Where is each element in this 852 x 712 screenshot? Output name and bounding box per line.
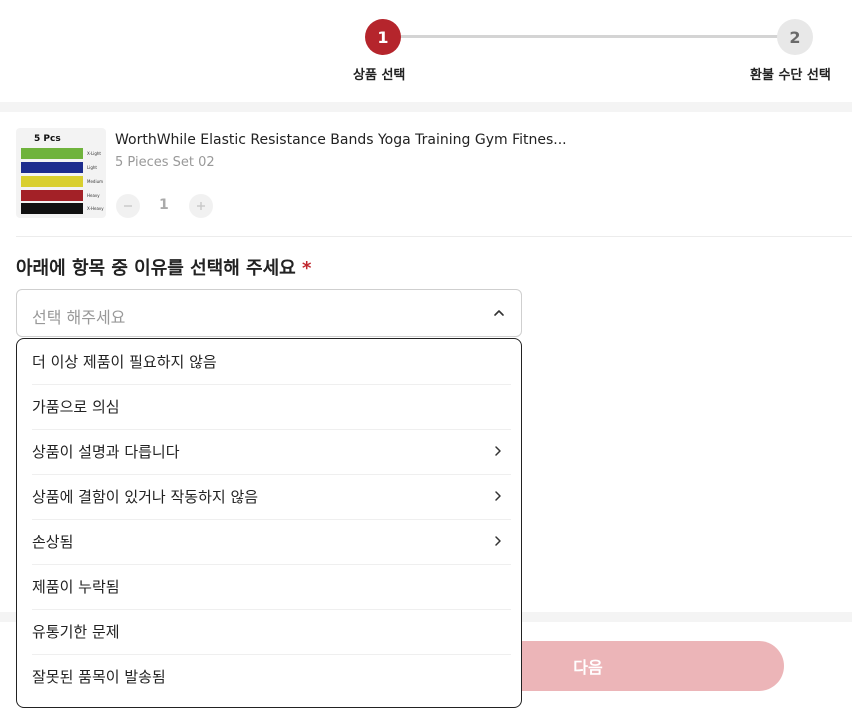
reason-option-label: 손상됨	[32, 533, 74, 551]
product-divider	[16, 236, 852, 237]
thumbnail-tag-1: X-Light	[87, 151, 101, 156]
required-mark: *	[302, 258, 312, 279]
thumbnail-tag-3: Medium	[87, 179, 103, 184]
thumbnail-tag-4: Heavy	[87, 193, 100, 198]
reason-option[interactable]: 더 이상 제품이 필요하지 않음	[17, 339, 521, 384]
reason-select[interactable]: 선택 해주세요	[16, 289, 522, 337]
section-separator	[0, 102, 852, 112]
reason-option-label: 제품이 누락됨	[32, 578, 120, 596]
progress-stepper: 1 상품 선택 2 환불 수단 선택	[0, 0, 852, 102]
reason-option[interactable]: 유통기한 문제	[17, 609, 521, 654]
product-item: 5 Pcs X-Light Light Medium Heavy X-Heavy…	[16, 128, 852, 220]
product-option: 5 Pieces Set 02	[115, 155, 215, 170]
reason-option[interactable]: 손상됨	[17, 519, 521, 564]
plus-icon	[197, 202, 205, 210]
thumbnail-band-5	[21, 203, 83, 214]
reason-heading-text: 아래에 항목 중 이유를 선택해 주세요	[16, 258, 296, 279]
thumbnail-band-2	[21, 162, 83, 173]
reason-heading: 아래에 항목 중 이유를 선택해 주세요 *	[16, 254, 311, 280]
reason-select-placeholder: 선택 해주세요	[32, 308, 126, 327]
reason-option-label: 유통기한 문제	[32, 623, 120, 641]
thumbnail-tag-5: X-Heavy	[87, 206, 104, 211]
thumbnail-title: 5 Pcs	[34, 134, 61, 144]
reason-option-label: 가품으로 의심	[32, 398, 120, 416]
chevron-up-icon	[494, 310, 504, 316]
quantity-increase-button[interactable]	[189, 194, 213, 218]
reason-option-label: 잘못된 품목이 발송됨	[32, 668, 166, 686]
reason-option-label: 상품에 결함이 있거나 작동하지 않음	[32, 488, 259, 506]
reason-option[interactable]: 제품이 누락됨	[17, 564, 521, 609]
thumbnail-tag-2: Light	[87, 165, 97, 170]
reason-option[interactable]: 잘못된 품목이 발송됨	[17, 654, 521, 699]
reason-option[interactable]: 상품에 결함이 있거나 작동하지 않음	[17, 474, 521, 519]
reason-option-label: 상품이 설명과 다릅니다	[32, 443, 180, 461]
quantity-decrease-button[interactable]	[116, 194, 140, 218]
minus-icon	[124, 205, 132, 207]
reason-option[interactable]: 상품이 설명과 다릅니다	[17, 429, 521, 474]
thumbnail-band-4	[21, 190, 83, 201]
reason-option[interactable]: 가품으로 의심	[17, 384, 521, 429]
quantity-value: 1	[159, 197, 169, 213]
chevron-right-icon	[495, 491, 501, 501]
chevron-right-icon	[495, 536, 501, 546]
stepper-line	[400, 35, 778, 38]
chevron-right-icon	[495, 446, 501, 456]
reason-option-label: 더 이상 제품이 필요하지 않음	[32, 353, 217, 371]
thumbnail-band-1	[21, 148, 83, 159]
step-1-label: 상품 선택	[353, 68, 406, 83]
reason-dropdown-menu: 더 이상 제품이 필요하지 않음 가품으로 의심 상품이 설명과 다릅니다 상품…	[16, 338, 522, 708]
step-1-indicator: 1	[365, 19, 401, 55]
step-2-label: 환불 수단 선택	[750, 68, 831, 83]
step-2-indicator: 2	[777, 19, 813, 55]
product-name[interactable]: WorthWhile Elastic Resistance Bands Yoga…	[115, 132, 567, 148]
product-thumbnail: 5 Pcs X-Light Light Medium Heavy X-Heavy	[16, 128, 106, 218]
thumbnail-band-3	[21, 176, 83, 187]
